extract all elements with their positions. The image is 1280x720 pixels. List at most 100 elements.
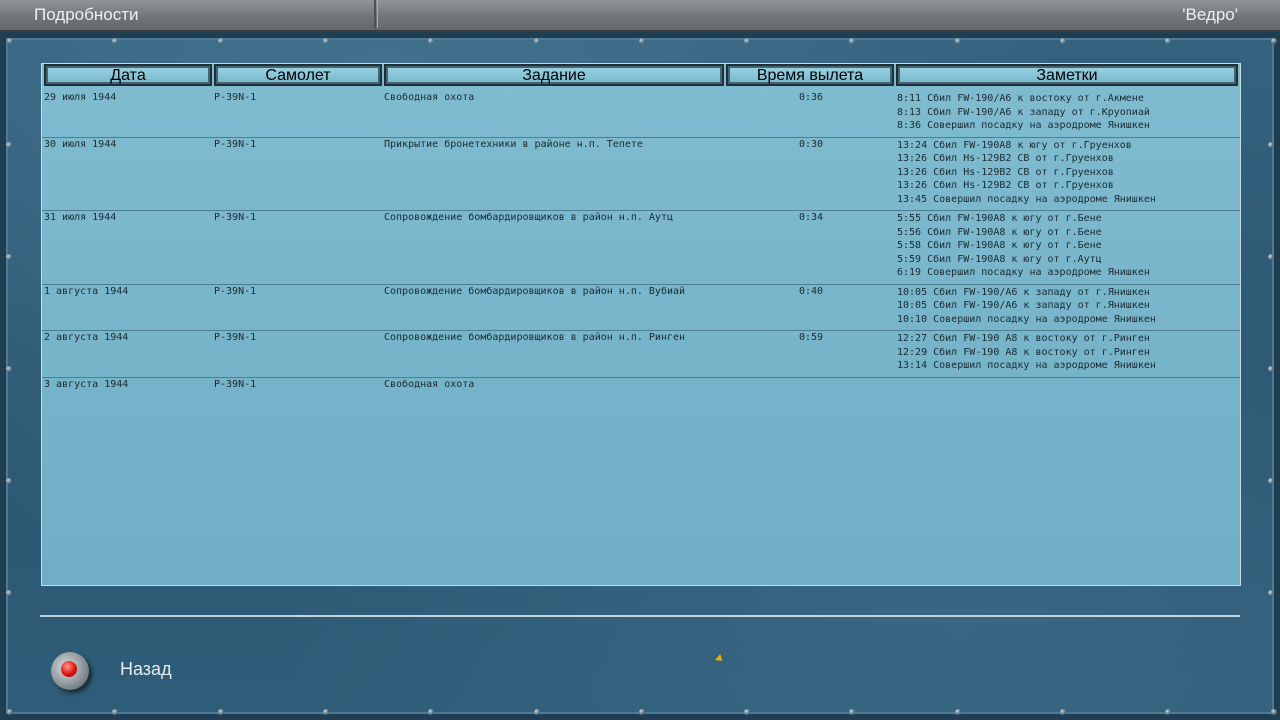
note-line: 8:11 Сбил FW-190/A6 к востоку от г.Акмен…	[897, 93, 1144, 104]
rivet-icon	[7, 38, 13, 44]
rivet-icon	[1268, 478, 1274, 484]
rivet-icon	[428, 38, 435, 44]
cell-date: 1 августа 1944	[44, 285, 129, 297]
rivet-icon	[6, 478, 12, 484]
note-line: 5:59 Сбил FW-190A8 к югу от г.Аутц	[897, 253, 1102, 265]
title-section: Подробности	[0, 0, 376, 28]
column-header-plane[interactable]: Самолет	[214, 64, 382, 86]
rivet-icon	[1060, 709, 1066, 715]
note-line: 12:29 Сбил FW-190 A8 к востоку от г.Ринг…	[897, 346, 1150, 358]
column-header-date[interactable]: Дата	[44, 64, 212, 86]
rivet-icon	[954, 38, 961, 44]
rivet-icon	[217, 38, 224, 44]
note-line: 13:26 Сбил Hs-129B2 СВ от г.Груенхов	[897, 153, 1114, 164]
rivet-icon	[1060, 38, 1066, 44]
red-light-icon	[61, 661, 77, 677]
cell-notes: 5:55 Сбил FW-190A8 к югу от г.Бене 5:56 С…	[897, 212, 1150, 280]
table-row[interactable]: 2 августа 1944 P-39N-1 Сопровождение бомба…	[42, 330, 1240, 378]
rivet-icon	[849, 709, 856, 715]
cell-mission: Сопровождение бомбардировщиков в район н…	[384, 332, 686, 343]
cell-notes: 8:11 Сбил FW-190/A6 к востоку от г.Акмен…	[897, 92, 1150, 133]
cell-notes: 12:27 Сбил FW-190 A8 к востоку от г.Ринг…	[897, 332, 1156, 373]
back-label[interactable]: Назад	[120, 659, 172, 680]
note-line: 10:05 Сбил FW-190/A6 к западу от г.Янишк…	[897, 300, 1150, 311]
note-line: 8:36 Совершил посадку на аэродроме Янишк…	[897, 120, 1150, 131]
table-row[interactable]: 31 июля 1944 P-39N-1 Сопровождение бомбард…	[42, 210, 1240, 285]
table-row[interactable]: 1 августа 1944 P-39N-1 Сопровождение бомба…	[42, 284, 1240, 331]
cell-plane: P-39N-1	[214, 285, 257, 297]
cell-plane: P-39N-1	[214, 92, 257, 103]
cell-mission: Сопровождение бомбардировщиков в район н…	[384, 285, 686, 297]
column-header-time[interactable]: Время вылета	[726, 64, 894, 86]
rivet-icon	[428, 709, 435, 715]
cell-time: 0:34	[799, 212, 824, 223]
rivet-icon	[849, 38, 856, 44]
cell-time: 0:30	[799, 138, 824, 150]
rivet-icon	[1268, 590, 1274, 596]
cell-mission: Прикрытие бронетехники в районе н.п. Теп…	[384, 138, 643, 150]
cell-plane: P-39N-1	[214, 332, 257, 343]
rivet-icon	[112, 709, 119, 715]
table-row[interactable]: 3 августа 1944 P-39N-1 Свободная охота	[42, 377, 1240, 397]
rivet-icon	[1270, 38, 1277, 44]
page-title: Подробности	[34, 5, 139, 24]
rivet-icon	[1268, 142, 1274, 148]
cell-time: 0:40	[799, 285, 824, 297]
cell-time: 0:36	[799, 92, 824, 103]
rivet-icon	[7, 709, 13, 715]
rivet-icon	[954, 709, 961, 715]
rivet-icon	[533, 709, 540, 715]
note-line: 13:45 Совершил посадку на аэродроме Яниш…	[897, 193, 1156, 205]
note-line: 12:27 Сбил FW-190 A8 к востоку от г.Ринг…	[897, 333, 1150, 344]
back-button[interactable]	[51, 652, 89, 690]
column-header-mission[interactable]: Задание	[384, 64, 724, 86]
table-row[interactable]: 29 июля 1944 P-39N-1 Свободная охота 0:36 8:…	[42, 90, 1240, 138]
rivet-icon	[1270, 709, 1277, 715]
rivet-icon	[6, 590, 12, 596]
cell-date: 29 июля 1944	[44, 92, 117, 103]
rivet-icon	[638, 38, 645, 44]
rivet-icon	[744, 709, 751, 715]
rivet-icon	[744, 38, 751, 44]
rivet-icon	[1268, 254, 1274, 260]
rivet-icon	[6, 366, 12, 372]
column-header-notes[interactable]: Заметки	[896, 64, 1238, 86]
rivet-icon	[6, 254, 12, 260]
cell-date: 2 августа 1944	[44, 332, 129, 343]
note-line: 8:13 Сбил FW-190/A6 к западу от г.Круопи…	[897, 106, 1150, 118]
divider	[40, 615, 1240, 617]
note-line: 10:05 Сбил FW-190/A6 к западу от г.Янишк…	[897, 286, 1150, 298]
rivet-icon	[322, 709, 329, 715]
note-line: 5:55 Сбил FW-190A8 к югу от г.Бене	[897, 213, 1102, 224]
rivet-icon	[638, 709, 645, 715]
note-line: 6:19 Совершил посадку на аэродроме Янишк…	[897, 267, 1150, 278]
cell-plane: P-39N-1	[214, 138, 257, 150]
note-line: 13:14 Совершил посадку на аэродроме Яниш…	[897, 360, 1156, 371]
cell-mission: Свободная охота	[384, 378, 475, 390]
rivet-icon	[1268, 366, 1274, 372]
cell-time: 0:59	[799, 332, 824, 343]
cell-plane: P-39N-1	[214, 212, 257, 223]
table-row[interactable]: 30 июля 1944 P-39N-1 Прикрытие бронетехник…	[42, 137, 1240, 211]
cell-mission: Сопровождение бомбардировщиков в район н…	[384, 212, 673, 223]
rivet-icon	[1165, 709, 1172, 715]
rivet-icon	[1165, 38, 1172, 44]
cell-date: 3 августа 1944	[44, 378, 129, 390]
note-line: 10:10 Совершил посадку на аэродроме Яниш…	[897, 313, 1156, 325]
note-line: 5:56 Сбил FW-190A8 к югу от г.Бене	[897, 226, 1102, 238]
note-line: 13:26 Сбил Hs-129B2 СВ от г.Груенхов	[897, 166, 1114, 178]
rivet-icon	[533, 38, 540, 44]
rivet-icon	[6, 142, 12, 148]
note-line: 13:26 Сбил Hs-129B2 СВ от г.Груенхов	[897, 180, 1114, 191]
mission-log-table[interactable]: Дата Самолет Задание Время вылета Заметк…	[41, 63, 1241, 586]
note-line: 5:58 Сбил FW-190A8 к югу от г.Бене	[897, 240, 1102, 251]
cell-notes: 13:24 Сбил FW-190A8 к югу от г.Груенхов 1…	[897, 139, 1156, 207]
title-bar: Подробности 'Ведро'	[0, 0, 1280, 32]
pilot-name: 'Ведро'	[1182, 5, 1238, 24]
rivet-icon	[217, 709, 224, 715]
rivet-icon	[322, 38, 329, 44]
cell-date: 30 июля 1944	[44, 138, 117, 150]
cell-plane: P-39N-1	[214, 378, 257, 390]
cell-notes: 10:05 Сбил FW-190/A6 к западу от г.Янишк…	[897, 286, 1156, 327]
cell-mission: Свободная охота	[384, 92, 475, 103]
